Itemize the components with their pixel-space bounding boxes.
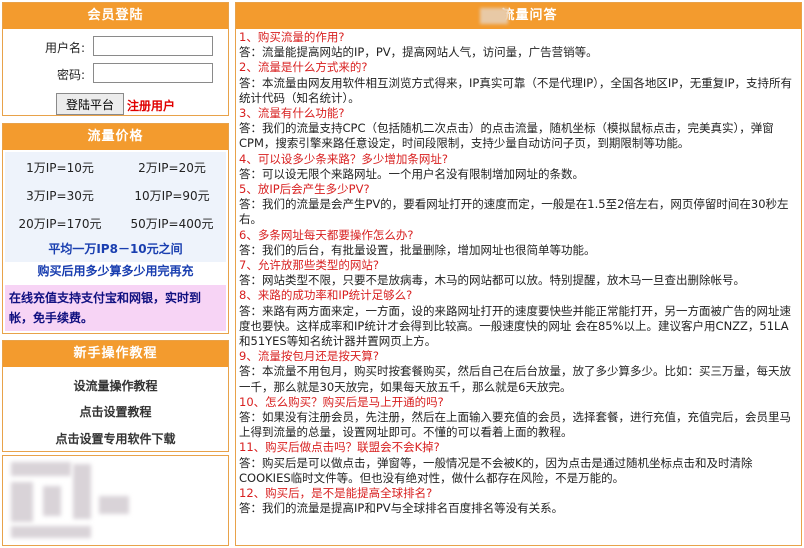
faq-item: 8、来路的成功率和IP统计足够么? 答：来路有两方面来定，一方面，设的来路网址打开… [239, 288, 798, 349]
faq-question: 10、怎么购买？购买后是马上开通的吗? [239, 394, 444, 409]
faq-answer: 答：来路有两方面来定，一方面，设的来路网址打开的速度要快些并能正常能打开，另一方… [239, 303, 791, 349]
price-panel: 流量价格 1万IP=10元 2万IP=20元 3万IP=30元 10万IP=90… [2, 123, 229, 334]
price-item: 2万IP=20元 [138, 161, 206, 175]
price-item: 3万IP=30元 [26, 189, 94, 203]
faq-item: 5、放IP后会产生多少PV? 答：我们的流量是会产生PV的，要看网址打开的速度而定… [239, 182, 798, 228]
password-row: 密码: [3, 62, 228, 86]
tutorial-link-software[interactable]: 点击设置专用软件下载 [3, 430, 228, 447]
tutorial-link-traffic[interactable]: 设流量操作教程 [3, 377, 228, 394]
faq-question: 2、流量是什么方式来的? [239, 60, 368, 75]
faq-answer: 答：如果没有注册会员，先注册，然后在上面输入要充值的会员，选择套餐，进行充值，充… [239, 410, 791, 440]
login-panel: 会员登陆 用户名: 密码: 登陆平台 注册用户 [2, 2, 229, 116]
faq-answer: 答：本流量由网友用软件相互浏览方式得来，IP真实可靠（不是代理IP），全国各地区… [239, 75, 793, 105]
faq-answer: 答：可以设无限个来路网址。一个用户名没有限制增加网址的条数。 [239, 166, 584, 181]
faq-item: 4、可以设多少条来路？多少增加条网址? 答：可以设无限个来路网址。一个用户名没有限… [239, 152, 798, 182]
average-price: 平均一万IP8－10元之间 [48, 242, 183, 256]
faq-header: 流量问答 [236, 3, 801, 29]
tutorial-panel: 新手操作教程 设流量操作教程 点击设置教程 点击设置专用软件下载 [2, 340, 229, 452]
faq-question: 3、流量有什么功能? [239, 106, 345, 121]
username-input[interactable] [93, 36, 213, 56]
price-item: 20万IP=170元 [18, 217, 102, 231]
faq-list: 1、购买流量的作用? 答：流量能提高网站的IP，PV，提高网站人气，访问量，广告营… [239, 30, 798, 517]
faq-answer: 答：购买后是可以做点击，弹窗等，一般情况是不会被K的，因为点击是通过随机坐标点击… [239, 455, 753, 485]
faq-item: 10、怎么购买？购买后是马上开通的吗? 答：如果没有注册会员，先注册，然后在上面输… [239, 395, 798, 441]
buy-note: 购买后用多少算多少用完再充 [37, 264, 194, 278]
faq-item: 3、流量有什么功能? 答：我们的流量支持CPC（包括随机二次点击）的点击流量，随机… [239, 106, 798, 152]
username-row: 用户名: [3, 35, 228, 59]
tutorial-title: 新手操作教程 [3, 341, 228, 367]
price-item: 10万IP=90元 [134, 189, 210, 203]
faq-item: 11、购买后做点击吗？联盟会不会K掉? 答：购买后是可以做点击，弹窗等，一般情况是… [239, 440, 798, 486]
faq-item: 6、多条网址每天都要操作怎么办? 答：我们的后台，有批量设置，批量删除，增加网址也… [239, 228, 798, 258]
faq-answer: 答：我们的流量是会产生PV的，要看网址打开的速度而定，一般是在1.5至2倍左右，… [239, 197, 789, 227]
faq-question: 12、购买后，是不是能提高全球排名? [239, 486, 433, 501]
faq-item: 12、购买后，是不是能提高全球排名? 答：我们的流量是提高IP和PV与全球排名百度… [239, 486, 798, 516]
username-label: 用户名: [44, 41, 85, 55]
faq-question: 4、可以设多少条来路？多少增加条网址? [239, 151, 448, 166]
faq-answer: 答：网站类型不限，只要不是放病毒，木马的网站都可以放。特别提醒，放木马一旦查出删… [239, 273, 745, 288]
faq-answer: 答：本流量不用包月，购买时按套餐购买，然后自己在后台放量，放了多少算多少。比如：… [239, 364, 791, 394]
faq-question: 1、购买流量的作用? [239, 30, 345, 44]
price-item: 50万IP=400元 [130, 217, 214, 231]
blurred-logo [480, 8, 508, 24]
password-input[interactable] [93, 63, 213, 83]
tutorial-link-click[interactable]: 点击设置教程 [3, 403, 228, 420]
faq-answer: 答：我们的流量支持CPC（包括随机二次点击）的点击流量，随机坐标（模拟鼠标点击，… [239, 121, 774, 151]
password-label: 密码: [56, 68, 85, 82]
register-link[interactable]: 注册用户 [127, 97, 175, 114]
faq-question: 5、放IP后会产生多少PV? [239, 182, 370, 197]
login-title: 会员登陆 [3, 3, 228, 29]
faq-panel: 流量问答 1、购买流量的作用? 答：流量能提高网站的IP，PV，提高网站人气，访问… [235, 2, 802, 546]
faq-question: 6、多条网址每天都要操作怎么办? [239, 227, 414, 242]
faq-question: 7、允许放那些类型的网站? [239, 258, 379, 273]
faq-item: 2、流量是什么方式来的? 答：本流量由网友用软件相互浏览方式得来，IP真实可靠（不… [239, 60, 798, 106]
blurred-image [2, 455, 229, 546]
faq-answer: 答：我们的流量是提高IP和PV与全球排名百度排名等没有关系。 [239, 501, 564, 516]
price-title: 流量价格 [3, 124, 228, 150]
faq-answer: 答：我们的后台，有批量设置，批量删除，增加网址也很简单等功能。 [239, 242, 596, 257]
payment-note: 在线充值支持支付宝和网银，实时到帐，免手续费。 [5, 285, 226, 331]
faq-answer: 答：流量能提高网站的IP，PV，提高网站人气，访问量，广告营销等。 [239, 45, 598, 60]
faq-question: 11、购买后做点击吗？联盟会不会K掉? [239, 440, 440, 455]
faq-item: 9、流量按包月还是按天算? 答：本流量不用包月，购买时按套餐购买，然后自己在后台放… [239, 349, 798, 395]
faq-item: 1、购买流量的作用? 答：流量能提高网站的IP，PV，提高网站人气，访问量，广告营… [239, 30, 798, 60]
price-item: 1万IP=10元 [26, 161, 94, 175]
faq-item: 7、允许放那些类型的网站? 答：网站类型不限，只要不是放病毒，木马的网站都可以放。… [239, 258, 798, 288]
faq-question: 8、来路的成功率和IP统计足够么? [239, 288, 413, 303]
faq-question: 9、流量按包月还是按天算? [239, 349, 379, 364]
login-button[interactable]: 登陆平台 [56, 93, 124, 115]
